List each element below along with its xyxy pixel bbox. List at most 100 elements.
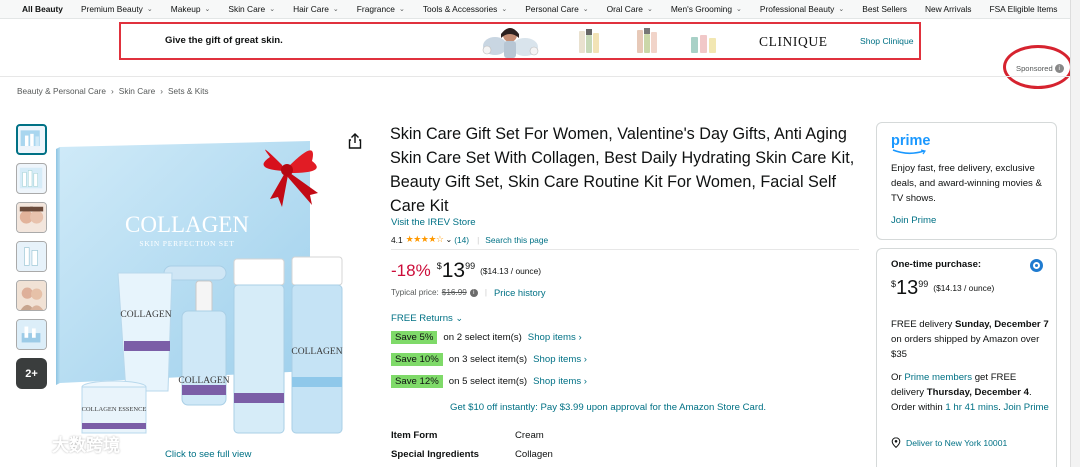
nav-item[interactable]: Best Sellers [862, 4, 907, 14]
prime-logo-text: prime [891, 133, 931, 149]
join-prime-link[interactable]: Join Prime [1004, 402, 1049, 413]
divider [391, 249, 859, 250]
breadcrumb-item[interactable]: Sets & Kits [168, 86, 209, 96]
dropper-label: COLLAGEN [178, 376, 229, 386]
spec-key: Special Ingredients [391, 449, 479, 460]
chevron-down-icon: ⌄ [398, 6, 405, 13]
main-product-image[interactable]: COLLAGEN SKIN PERFECTION SET COLLAGEN CO… [56, 135, 362, 445]
nav-item-label: Oral Care [606, 4, 643, 14]
box-sub-text: SKIN PERFECTION SET [139, 239, 234, 248]
breadcrumb-separator: › [160, 86, 163, 96]
nav-item-label: Hair Care [293, 4, 329, 14]
chevron-down-icon: ⌄ [455, 313, 464, 323]
thumbnail-2[interactable] [16, 163, 47, 194]
nav-item-label: Best Sellers [862, 4, 907, 14]
chevron-down-icon: ⌄ [204, 6, 211, 13]
chevron-down-icon: ⌄ [332, 6, 339, 13]
thumbnail-1[interactable] [16, 124, 47, 155]
nav-item[interactable]: FSA Eligible Items [989, 4, 1057, 14]
tube-label: COLLAGEN [120, 310, 171, 320]
shop-items-link[interactable]: Shop items › [533, 376, 587, 387]
share-icon[interactable] [347, 133, 363, 149]
chevron-down-icon[interactable]: ⌄ [446, 235, 453, 244]
nav-item[interactable]: All Beauty [22, 4, 63, 14]
deliver-to-text: Deliver to New York 10001 [906, 437, 1008, 448]
separator: | [484, 288, 487, 297]
star-rating-icon[interactable]: ★★★★☆ [406, 234, 444, 245]
delivery-date: Sunday, December 7 [954, 319, 1049, 330]
join-prime-link[interactable]: Join Prime [891, 215, 936, 226]
breadcrumb-item[interactable]: Beauty & Personal Care [17, 86, 106, 96]
nav-item[interactable]: Tools & Accessories ⌄ [423, 4, 507, 14]
deliver-to-link[interactable]: Deliver to New York 10001 [891, 437, 1007, 448]
shop-items-link[interactable]: Shop items › [528, 332, 582, 343]
promo-text: on 5 select item(s) [448, 376, 528, 387]
rating-count-link[interactable]: (14) [454, 235, 469, 245]
discount-percent: -18% [391, 261, 431, 280]
breadcrumb-separator: › [111, 86, 114, 96]
one-time-purchase-radio[interactable] [1030, 259, 1043, 272]
nav-item[interactable]: Professional Beauty ⌄ [760, 4, 844, 14]
nav-item-label: Skin Care [228, 4, 266, 14]
nav-item[interactable]: Personal Care ⌄ [525, 4, 588, 14]
store-link[interactable]: Visit the IREV Store [391, 217, 476, 228]
free-returns-link[interactable]: FREE Returns ⌄ [391, 313, 463, 324]
thumbnail-5[interactable] [16, 280, 47, 311]
nav-item[interactable]: Premium Beauty ⌄ [81, 4, 153, 14]
chevron-down-icon: ⌄ [269, 6, 276, 13]
rating-row: 4.1 ★★★★☆ ⌄ (14) | Search this page [391, 234, 548, 245]
chevron-down-icon: ⌄ [582, 6, 589, 13]
banner-products-image [579, 28, 716, 53]
nav-item-label: Tools & Accessories [422, 4, 498, 14]
divider [0, 76, 1080, 77]
nav-item[interactable]: New Arrivals [925, 4, 972, 14]
nav-item[interactable]: Makeup ⌄ [171, 4, 211, 14]
search-this-page-link[interactable]: Search this page [485, 235, 548, 245]
prime-members-link[interactable]: Prime members [904, 372, 972, 383]
price-whole: 13 [441, 259, 466, 282]
nav-item-label: Professional Beauty [759, 4, 835, 14]
location-pin-icon [891, 437, 901, 448]
sponsored-banner[interactable]: Give the gift of great skin. CLINIQUE Sh… [119, 22, 921, 60]
more-images-button[interactable]: 2+ [16, 358, 47, 389]
buybox-price: $ 13 99 ($14.13 / ounce) [891, 277, 994, 300]
spec-row: Item Form Cream [391, 430, 544, 441]
shop-items-link[interactable]: Shop items › [533, 354, 587, 365]
watermark-logo-icon [9, 434, 47, 452]
nav-item-label: New Arrivals [924, 4, 972, 14]
nav-item[interactable]: Skin Care ⌄ [228, 4, 275, 14]
price-history-link[interactable]: Price history [494, 287, 546, 298]
nav-item-label: Premium Beauty [80, 4, 143, 14]
price-whole: 13 [896, 277, 919, 299]
delivery-suffix: on orders shipped by Amazon over $35 [891, 334, 1040, 360]
thumbnail-6[interactable] [16, 319, 47, 350]
nav-item-label: Men's Grooming [670, 4, 732, 14]
prime-logo: prime [891, 132, 931, 155]
breadcrumb-item[interactable]: Skin Care [119, 86, 155, 96]
thumbnail-3[interactable] [16, 202, 47, 233]
spec-key: Item Form [391, 430, 438, 441]
unit-price: ($14.13 / ounce) [933, 283, 995, 293]
store-card-offer-link[interactable]: Get $10 off instantly: Pay $3.99 upon ap… [450, 402, 766, 413]
spec-value: Cream [515, 430, 544, 441]
scrollbar[interactable] [1070, 0, 1080, 467]
category-subnav: All Beauty Premium Beauty ⌄ Makeup ⌄ Skin Car… [0, 0, 1080, 19]
typical-price-label: Typical price: [391, 288, 439, 297]
promo-row: Save 10% on 3 select item(s) Shop items … [391, 353, 587, 366]
see-full-view-link[interactable]: Click to see full view [165, 449, 251, 460]
watermark: 大数跨境 [8, 431, 120, 456]
nav-item-label: Makeup [170, 4, 201, 14]
watermark-text: 大数跨境 [52, 436, 120, 455]
box-brand-text: COLLAGEN [125, 212, 249, 237]
nav-item[interactable]: Hair Care ⌄ [293, 4, 339, 14]
price-fraction: 99 [465, 261, 476, 271]
info-icon[interactable]: i [469, 288, 478, 297]
shop-brand-link[interactable]: Shop Clinique [860, 36, 914, 46]
banner-model-image [477, 24, 543, 58]
nav-item[interactable]: Men's Grooming ⌄ [671, 4, 742, 14]
chevron-down-icon: ⌄ [501, 6, 508, 13]
nav-item[interactable]: Oral Care ⌄ [607, 4, 653, 14]
nav-item[interactable]: Fragrance ⌄ [357, 4, 405, 14]
promo-text: on 3 select item(s) [448, 354, 528, 365]
thumbnail-4[interactable] [16, 241, 47, 272]
